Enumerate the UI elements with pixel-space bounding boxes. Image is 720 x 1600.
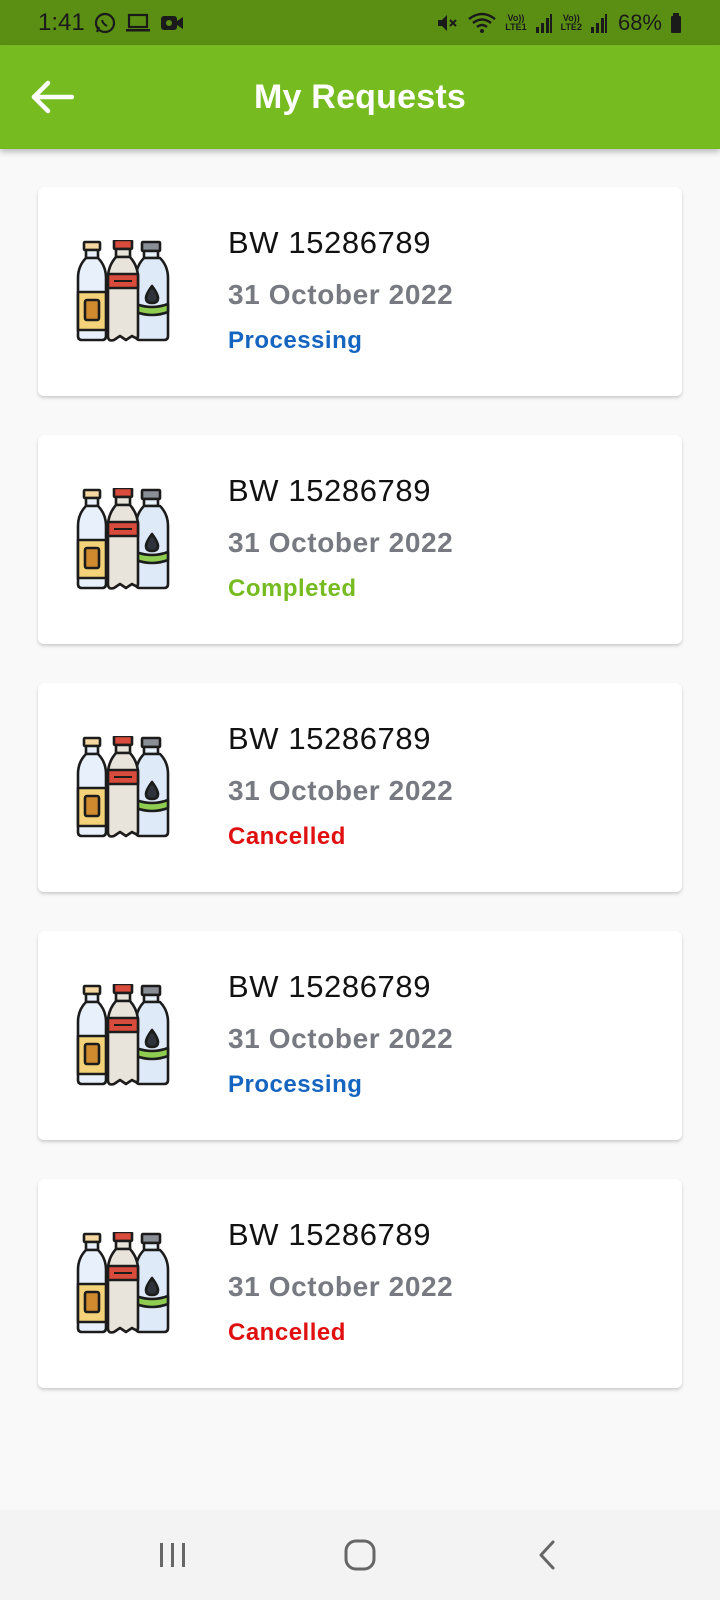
request-date: 31 October 2022 [228, 1023, 454, 1054]
request-date: 31 October 2022 [228, 1271, 454, 1302]
sim1-label: Vo)) LTE1 [505, 12, 527, 32]
request-id: BW 15286789 [228, 473, 432, 508]
bottles-icon [74, 486, 174, 592]
whatsapp-icon [93, 11, 117, 35]
arrow-left-icon [31, 80, 74, 114]
status-bar: 1:41 Vo)) LTE1 Vo)) LTE2 68% [0, 0, 720, 45]
home-icon [344, 1539, 376, 1571]
back-button[interactable] [28, 75, 76, 119]
video-call-icon [159, 12, 185, 34]
request-id: BW 15286789 [228, 969, 432, 1004]
laptop-icon [125, 12, 151, 34]
request-info: BW 15286789 31 October 2022 Processing [228, 969, 453, 1099]
sim2-label: Vo)) LTE2 [560, 12, 582, 32]
battery-percent: 68% [617, 9, 662, 35]
request-status: Processing [228, 327, 363, 354]
request-info: BW 15286789 31 October 2022 Cancelled [228, 1217, 453, 1347]
request-card[interactable]: BW 15286789 31 October 2022 Processing [38, 931, 682, 1140]
signal-icon [590, 13, 608, 33]
status-time: 1:41 [38, 8, 85, 36]
request-info: BW 15286789 31 October 2022 Completed [228, 473, 453, 603]
request-status: Processing [228, 1071, 363, 1098]
battery-icon [670, 12, 682, 34]
bottles-icon [74, 982, 174, 1088]
request-date: 31 October 2022 [228, 775, 454, 806]
status-right: Vo)) LTE1 Vo)) LTE2 68% [435, 10, 682, 36]
home-button[interactable] [320, 1525, 400, 1585]
bottles-icon [74, 734, 174, 840]
app-bar: My Requests [0, 45, 720, 149]
request-info: BW 15286789 31 October 2022 Processing [228, 225, 453, 355]
request-card[interactable]: BW 15286789 31 October 2022 Cancelled [38, 683, 682, 892]
status-left: 1:41 [38, 9, 185, 37]
mute-icon [435, 11, 459, 35]
chevron-left-icon [539, 1540, 555, 1570]
request-status: Completed [228, 575, 357, 602]
system-nav-bar [0, 1510, 720, 1600]
recent-apps-button[interactable] [133, 1525, 213, 1585]
request-card[interactable]: BW 15286789 31 October 2022 Completed [38, 435, 682, 644]
system-back-button[interactable] [507, 1525, 587, 1585]
wifi-icon [467, 11, 497, 35]
signal-icon [535, 13, 553, 33]
request-id: BW 15286789 [228, 225, 432, 260]
bottles-icon [74, 238, 174, 344]
request-card[interactable]: BW 15286789 31 October 2022 Cancelled [38, 1179, 682, 1388]
page-title: My Requests [254, 77, 466, 116]
request-id: BW 15286789 [228, 1217, 432, 1252]
request-id: BW 15286789 [228, 721, 432, 756]
request-status: Cancelled [228, 823, 346, 850]
request-status: Cancelled [228, 1319, 346, 1346]
request-card[interactable]: BW 15286789 31 October 2022 Processing [38, 187, 682, 396]
bottles-icon [74, 1230, 174, 1336]
request-info: BW 15286789 31 October 2022 Cancelled [228, 721, 453, 851]
request-date: 31 October 2022 [228, 527, 454, 558]
request-date: 31 October 2022 [228, 279, 454, 310]
recent-apps-icon [160, 1543, 186, 1567]
request-list: BW 15286789 31 October 2022 Processing B… [38, 187, 682, 1427]
